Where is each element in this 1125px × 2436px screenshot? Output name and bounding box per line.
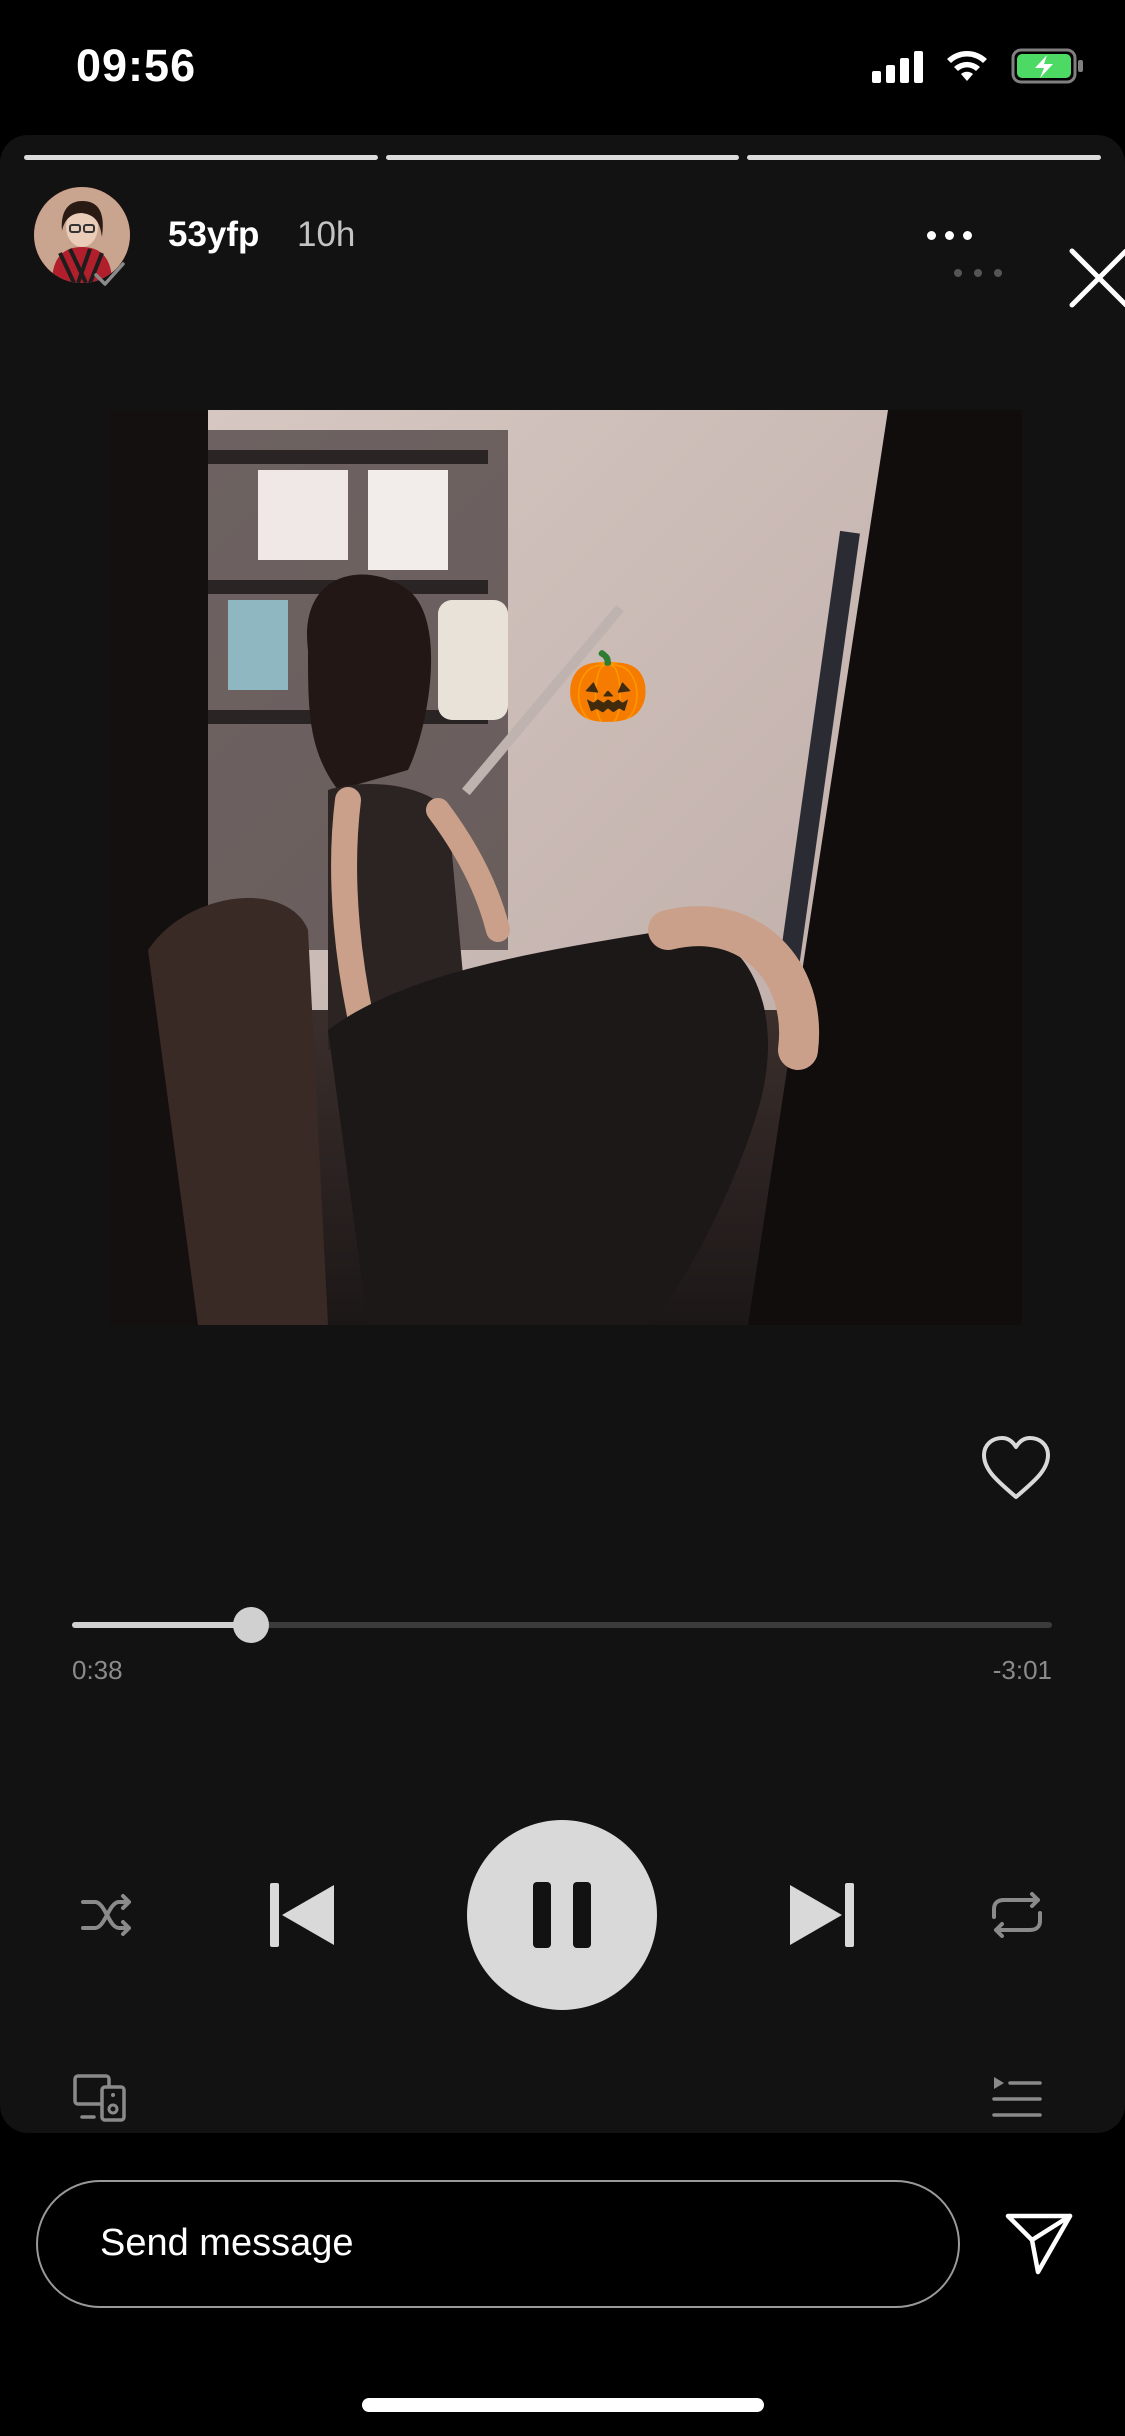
send-message-input[interactable]: Send message — [36, 2180, 960, 2308]
album-art-image: 🎃 — [108, 410, 1022, 1325]
send-icon[interactable] — [1004, 2210, 1074, 2276]
repeat-button[interactable] — [982, 1885, 1052, 1945]
close-icon[interactable] — [1064, 243, 1125, 313]
previous-icon — [270, 1883, 334, 1947]
repeat-icon — [992, 1892, 1042, 1938]
pumpkin-sticker: 🎃 — [566, 648, 651, 725]
shuffle-icon — [81, 1894, 131, 1936]
heart-icon[interactable] — [980, 1435, 1052, 1501]
playback-scrubber[interactable] — [72, 1605, 1052, 1645]
next-button[interactable] — [782, 1877, 862, 1953]
story-card[interactable]: 53yfp 10h 🎃 0:38 -3:01 — [0, 135, 1125, 2133]
battery-charging-icon — [1011, 48, 1083, 84]
playback-controls — [0, 1815, 1125, 2015]
message-placeholder: Send message — [100, 2222, 354, 2264]
scrubber-fill — [72, 1622, 252, 1628]
faded-menu-dots — [954, 269, 1002, 277]
status-icons — [872, 48, 1085, 84]
more-icon — [926, 230, 936, 240]
status-time: 09:56 — [76, 40, 197, 91]
story-progress-segment — [747, 155, 1102, 160]
more-button[interactable] — [914, 215, 984, 255]
story-username[interactable]: 53yfp — [168, 215, 259, 255]
story-progress-bars — [24, 155, 1102, 161]
devices-icon[interactable] — [72, 2073, 128, 2123]
queue-icon[interactable] — [992, 2075, 1042, 2121]
story-timestamp: 10h — [297, 215, 356, 254]
story-progress-segment — [385, 155, 740, 160]
home-indicator[interactable] — [362, 2398, 764, 2412]
status-bar: 09:56 — [0, 0, 1125, 135]
previous-button[interactable] — [262, 1877, 342, 1953]
pause-button[interactable] — [467, 1820, 657, 2010]
next-icon — [790, 1883, 854, 1947]
time-remaining: -3:01 — [992, 1655, 1052, 1685]
cellular-signal-icon — [872, 49, 923, 83]
checkmark-icon — [94, 262, 125, 286]
time-elapsed: 0:38 — [72, 1655, 123, 1685]
scrubber-thumb[interactable] — [233, 1607, 270, 1643]
pause-icon — [533, 1882, 591, 1948]
story-header: 53yfp 10h — [34, 187, 1125, 308]
wifi-icon — [947, 51, 987, 81]
shuffle-button[interactable] — [72, 1885, 142, 1945]
story-progress-segment — [24, 155, 378, 160]
